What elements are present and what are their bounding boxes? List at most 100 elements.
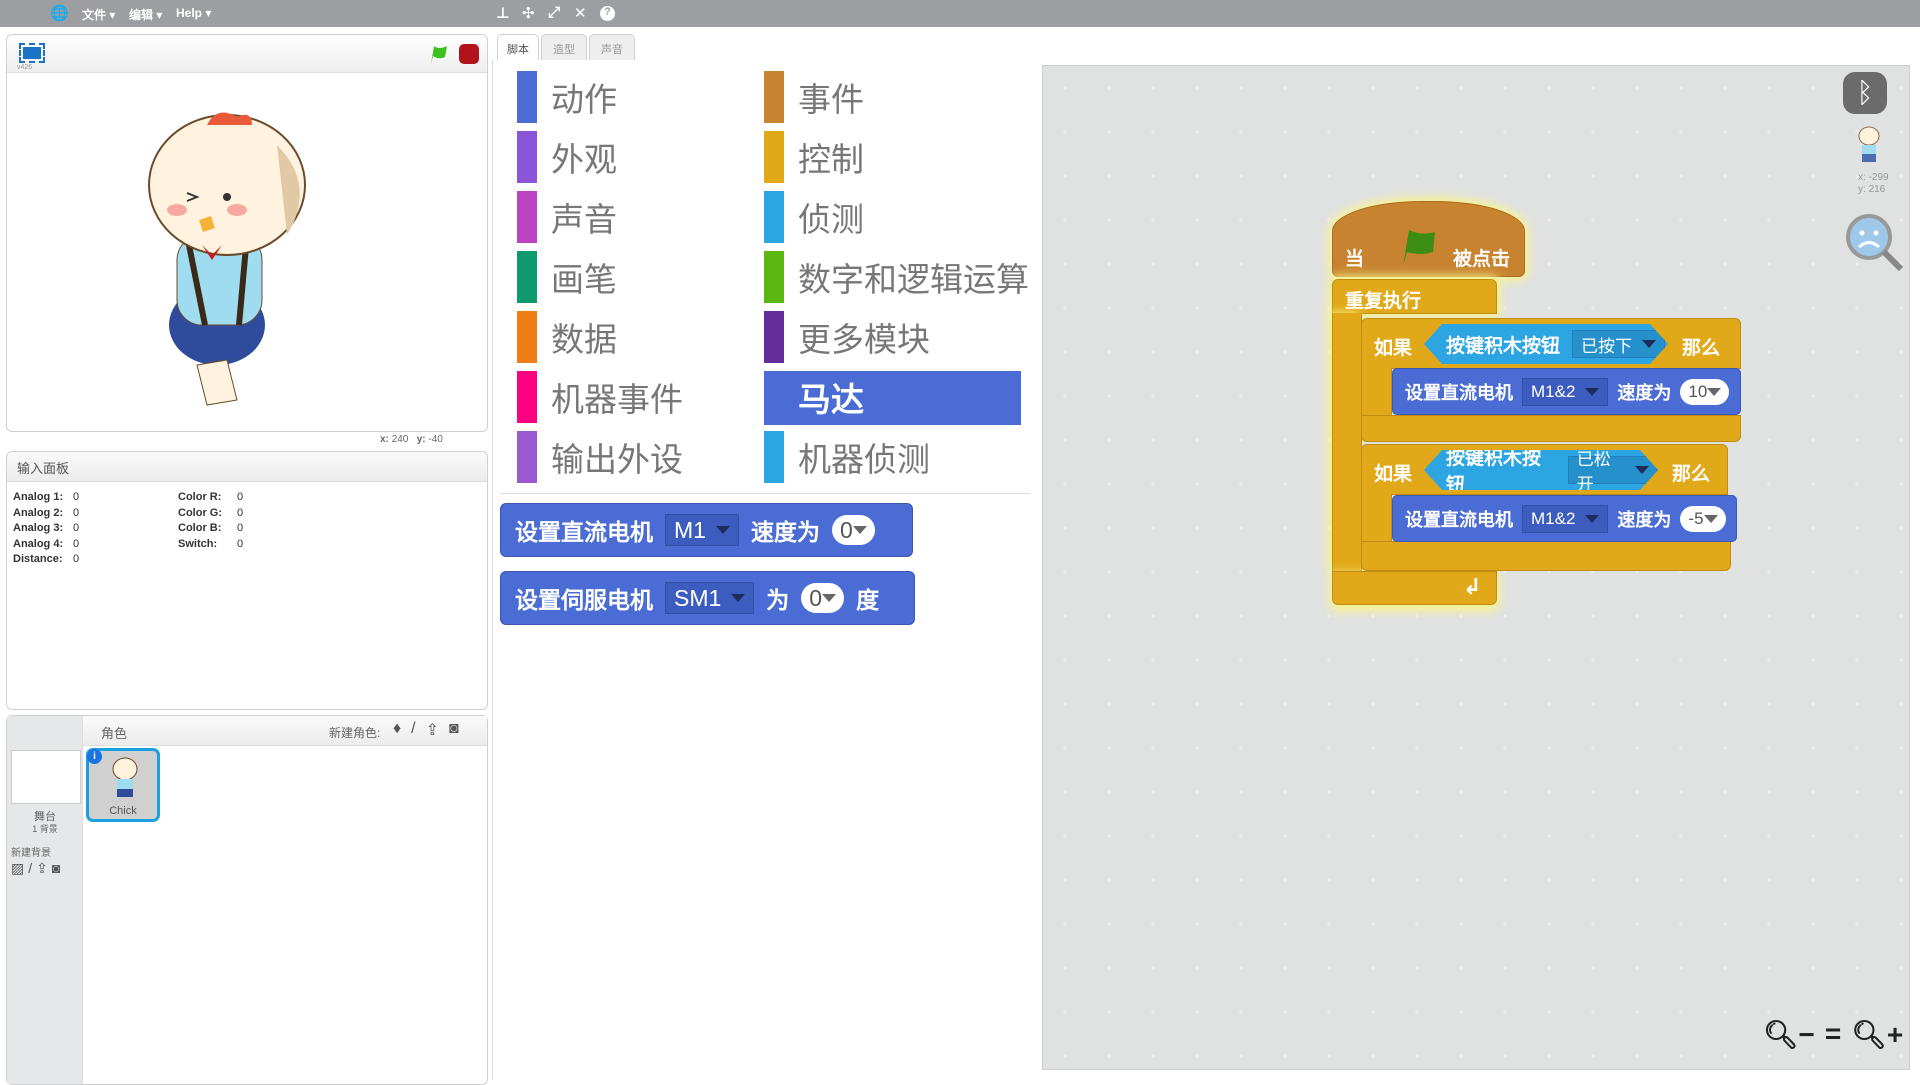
sensor-label: Analog 3: [13, 522, 64, 534]
category-left-3[interactable]: 画笔 [517, 251, 617, 303]
category-label: 侦测 [798, 201, 864, 238]
input-panel: 输入面板 Analog 1: 0 Analog 2: 0 Analog 3: 0 Analo… [6, 451, 488, 710]
stop-icon[interactable] [459, 44, 479, 64]
category-label: 更多模块 [798, 321, 930, 358]
menu-edit[interactable]: 编辑 ▾ [129, 6, 162, 23]
tab-costumes[interactable]: 造型 [541, 34, 587, 60]
category-right-4[interactable]: 更多模块 [764, 311, 930, 363]
palette-block-set-servo[interactable]: 设置伺服电机 SM1 为 0 度 [500, 571, 915, 625]
when-flag-clicked-hat[interactable]: 当 被点击 [1332, 201, 1525, 277]
category-left-4[interactable]: 数据 [517, 311, 617, 363]
info-icon[interactable]: i [87, 749, 102, 764]
port-dropdown[interactable]: M1&2 [1522, 504, 1609, 533]
category-right-6[interactable]: 机器侦测 [764, 431, 930, 483]
mouse-coordinates: x: 240 y: -40 [380, 434, 443, 445]
menu-file[interactable]: 文件 ▾ [82, 6, 115, 23]
sprite-header: 角色 新建角色: ♦ / ⇪ ◙ [83, 716, 487, 746]
if-block-1[interactable]: 如果 按键积木按钮 已按下 那么 [1361, 318, 1741, 369]
sensor-value: 0 [73, 491, 80, 503]
sensor-value: 0 [237, 522, 244, 534]
sprite-preview [1858, 126, 1880, 162]
sensor-value: 0 [73, 553, 80, 565]
category-color-swatch [517, 311, 537, 363]
zoom-in-icon[interactable]: 🔍︎+ [1851, 1018, 1903, 1051]
category-right-2[interactable]: 侦测 [764, 191, 864, 243]
sensor-label: Color G: [178, 506, 222, 519]
angle-input[interactable]: 0 [801, 583, 845, 613]
sprite-name: Chick [109, 805, 137, 817]
script-area[interactable]: ᛒ x: -299 y: 216 当 被点击 重复执行 ↲ 如果 按键积木按钮 已按… [1042, 65, 1910, 1070]
button-state-dropdown[interactable]: 已松开 [1568, 456, 1658, 484]
category-right-0[interactable]: 事件 [764, 71, 864, 123]
zoom-out-icon[interactable]: 🔍︎− [1763, 1018, 1815, 1051]
camera-sprite-icon[interactable]: ◙ [449, 720, 459, 740]
palette-block-set-dc-motor[interactable]: 设置直流电机 M1 速度为 0 [500, 503, 913, 557]
shrink-icon[interactable]: ✕ [574, 4, 587, 22]
tab-sounds[interactable]: 声音 [589, 34, 635, 60]
sensor-label: Analog 4: [13, 537, 64, 550]
presentation-mode-icon[interactable] [19, 43, 45, 63]
category-right-3[interactable]: 数字和逻辑运算 [764, 251, 1029, 303]
category-label: 画笔 [551, 261, 617, 298]
block-label: 度 [856, 587, 880, 613]
sprites-title: 角色 [101, 726, 128, 741]
category-left-6[interactable]: 输出外设 [517, 431, 683, 483]
category-color-swatch [517, 191, 537, 243]
stamp-icon[interactable]: ⊥ [496, 4, 510, 22]
speed-input[interactable]: -5 [1680, 505, 1726, 532]
paint-sprite-icon[interactable]: / [411, 720, 415, 740]
green-flag-icon[interactable] [427, 43, 449, 65]
category-color-swatch [764, 251, 784, 303]
if-bottom-1 [1361, 415, 1741, 442]
category-label: 声音 [551, 201, 617, 238]
menu-help[interactable]: Help ▾ [176, 6, 211, 20]
tab-scripts[interactable]: 脚本 [497, 34, 539, 60]
button-state-dropdown[interactable]: 已按下 [1572, 330, 1665, 358]
backdrop-library-icon[interactable]: ▨ [11, 860, 24, 877]
upload-backdrop-icon[interactable]: ⇪ [36, 860, 48, 877]
button-sensor-1[interactable]: 按键积木按钮 已按下 [1424, 324, 1668, 364]
stage-thumbnail[interactable] [11, 750, 81, 804]
category-left-5[interactable]: 机器事件 [517, 371, 683, 423]
category-label: 控制 [798, 141, 864, 178]
category-right-5[interactable]: 马达 [764, 371, 864, 423]
set-dc-motor-block-2[interactable]: 设置直流电机 M1&2 速度为 -5 [1392, 495, 1737, 542]
help-icon[interactable]: ? [600, 6, 615, 21]
zoom-reset-icon[interactable]: = [1825, 1018, 1841, 1051]
category-left-2[interactable]: 声音 [517, 191, 617, 243]
button-sensor-2[interactable]: 按键积木按钮 已松开 [1424, 450, 1658, 490]
bluetooth-icon[interactable]: ᛒ [1843, 72, 1887, 114]
upload-sprite-icon[interactable]: ⇪ [426, 720, 439, 740]
category-color-swatch [764, 191, 784, 243]
chick-sprite[interactable] [127, 85, 337, 425]
port-dropdown[interactable]: M1 [665, 514, 739, 546]
sensor-label: Distance: [13, 553, 63, 565]
category-left-0[interactable]: 动作 [517, 71, 617, 123]
sensor-value: 0 [237, 506, 244, 519]
category-left-1[interactable]: 外观 [517, 131, 617, 183]
globe-icon[interactable]: 🌐 [50, 4, 69, 22]
sprite-thumbnail-chick[interactable]: i Chick [86, 748, 160, 822]
if-block-2[interactable]: 如果 按键积木按钮 已松开 那么 [1361, 444, 1728, 495]
sprite-panel: 舞台 1 背景 新建背景 ▨ / ⇪ ◙ 角色 新建角色: ♦ / ⇪ ◙ i Chick [6, 715, 488, 1085]
category-color-swatch [764, 71, 784, 123]
forever-block[interactable]: 重复执行 [1332, 279, 1497, 314]
palette-divider [500, 493, 1030, 494]
port-dropdown[interactable]: M1&2 [1522, 377, 1609, 406]
camera-backdrop-icon[interactable]: ◙ [52, 860, 60, 877]
grow-icon[interactable]: ✣ [522, 4, 535, 22]
sprite-library-icon[interactable]: ♦ [393, 720, 401, 740]
fullscreen-icon[interactable]: ⤢ [548, 4, 560, 21]
sensor-label: Analog 1: [13, 491, 64, 503]
sensor-label: Color R: [178, 491, 222, 503]
category-right-1[interactable]: 控制 [764, 131, 864, 183]
set-dc-motor-block-1[interactable]: 设置直流电机 M1&2 速度为 10 [1392, 368, 1741, 415]
port-dropdown[interactable]: SM1 [665, 582, 755, 614]
sensor-value: 0 [73, 522, 80, 534]
speed-input[interactable]: 0 [831, 515, 875, 545]
loop-arrow-icon: ↲ [1463, 574, 1482, 599]
paint-backdrop-icon[interactable]: / [28, 860, 32, 877]
new-backdrop-label: 新建背景 [11, 848, 51, 859]
category-color-swatch [764, 131, 784, 183]
speed-input[interactable]: 10 [1680, 378, 1730, 405]
